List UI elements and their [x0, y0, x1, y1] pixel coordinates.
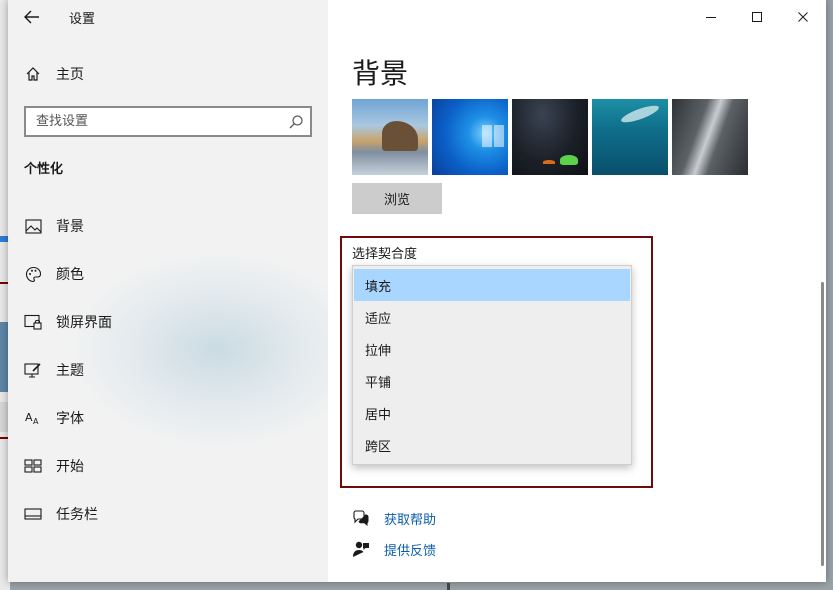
search-input[interactable]: [26, 108, 276, 135]
close-button[interactable]: [780, 0, 826, 34]
wallpaper-thumbnail[interactable]: [672, 99, 748, 175]
background-window-fragment: [447, 583, 450, 590]
fit-option-center[interactable]: 居中: [354, 397, 630, 429]
taskbar-icon: [24, 505, 42, 523]
fit-dropdown-list: 填充 适应 拉伸 平铺 居中 跨区: [352, 265, 632, 465]
sidebar-item-background[interactable]: 背景: [8, 206, 328, 246]
sidebar-item-label: 主页: [56, 67, 84, 83]
svg-text:A: A: [25, 411, 33, 424]
get-help-label: 获取帮助: [384, 512, 437, 528]
scrollbar[interactable]: [821, 282, 824, 566]
minimize-icon: [706, 17, 716, 18]
lock-screen-icon: [24, 313, 42, 331]
sidebar-item-label: 开始: [56, 459, 84, 475]
arrow-left-icon: [24, 10, 39, 24]
theme-icon: [24, 361, 42, 379]
close-icon: [798, 12, 808, 22]
search-box: [24, 106, 312, 137]
help-chat-icon: [352, 509, 370, 527]
wallpaper-thumbnails: [352, 99, 748, 175]
wallpaper-thumbnail[interactable]: [592, 99, 668, 175]
fit-option-stretch[interactable]: 拉伸: [354, 333, 630, 365]
sidebar-item-colors[interactable]: 颜色: [8, 254, 328, 294]
sidebar-item-label: 背景: [56, 219, 84, 235]
section-title: 个性化: [24, 162, 64, 177]
feedback-icon: [352, 540, 370, 558]
palette-icon: [24, 265, 42, 283]
sidebar-item-label: 锁屏界面: [56, 315, 112, 331]
minimize-button[interactable]: [688, 0, 734, 34]
browse-button[interactable]: 浏览: [352, 183, 442, 214]
sidebar: 设置 主页 个性化 背景 颜色: [8, 0, 328, 582]
search-icon[interactable]: [288, 114, 304, 130]
wallpaper-thumbnail[interactable]: [352, 99, 428, 175]
sidebar-item-label: 主题: [56, 363, 84, 379]
fit-option-fill[interactable]: 填充: [354, 269, 630, 301]
wallpaper-thumbnail[interactable]: [432, 99, 508, 175]
fit-option-span[interactable]: 跨区: [354, 429, 630, 461]
give-feedback-link[interactable]: 提供反馈: [352, 539, 436, 559]
app-title: 设置: [69, 12, 96, 27]
sidebar-item-label: 颜色: [56, 267, 84, 283]
window-controls: [688, 0, 826, 34]
sidebar-item-lock-screen[interactable]: 锁屏界面: [8, 302, 328, 342]
wallpaper-thumbnail[interactable]: [512, 99, 588, 175]
sidebar-item-label: 任务栏: [56, 507, 98, 523]
font-icon: AA: [24, 409, 42, 427]
sidebar-item-home[interactable]: 主页: [8, 54, 328, 94]
sidebar-item-start[interactable]: 开始: [8, 446, 328, 486]
fit-option-fit[interactable]: 适应: [354, 301, 630, 333]
sidebar-item-taskbar[interactable]: 任务栏: [8, 494, 328, 534]
page-title: 背景: [352, 57, 409, 90]
back-button[interactable]: [18, 4, 46, 30]
picture-icon: [24, 217, 42, 235]
sidebar-item-fonts[interactable]: AA 字体: [8, 398, 328, 438]
get-help-link[interactable]: 获取帮助: [352, 508, 436, 528]
give-feedback-label: 提供反馈: [384, 543, 437, 559]
svg-text:A: A: [33, 417, 39, 426]
maximize-button[interactable]: [734, 0, 780, 34]
title-bar: 设置: [8, 0, 328, 34]
maximize-icon: [752, 12, 762, 22]
fit-option-tile[interactable]: 平铺: [354, 365, 630, 397]
sidebar-item-label: 字体: [56, 411, 84, 427]
settings-window: 设置 主页 个性化 背景 颜色: [8, 0, 826, 582]
sidebar-item-themes[interactable]: 主题: [8, 350, 328, 390]
start-icon: [24, 457, 42, 475]
fit-label: 选择契合度: [352, 247, 418, 262]
home-icon: [24, 65, 42, 83]
